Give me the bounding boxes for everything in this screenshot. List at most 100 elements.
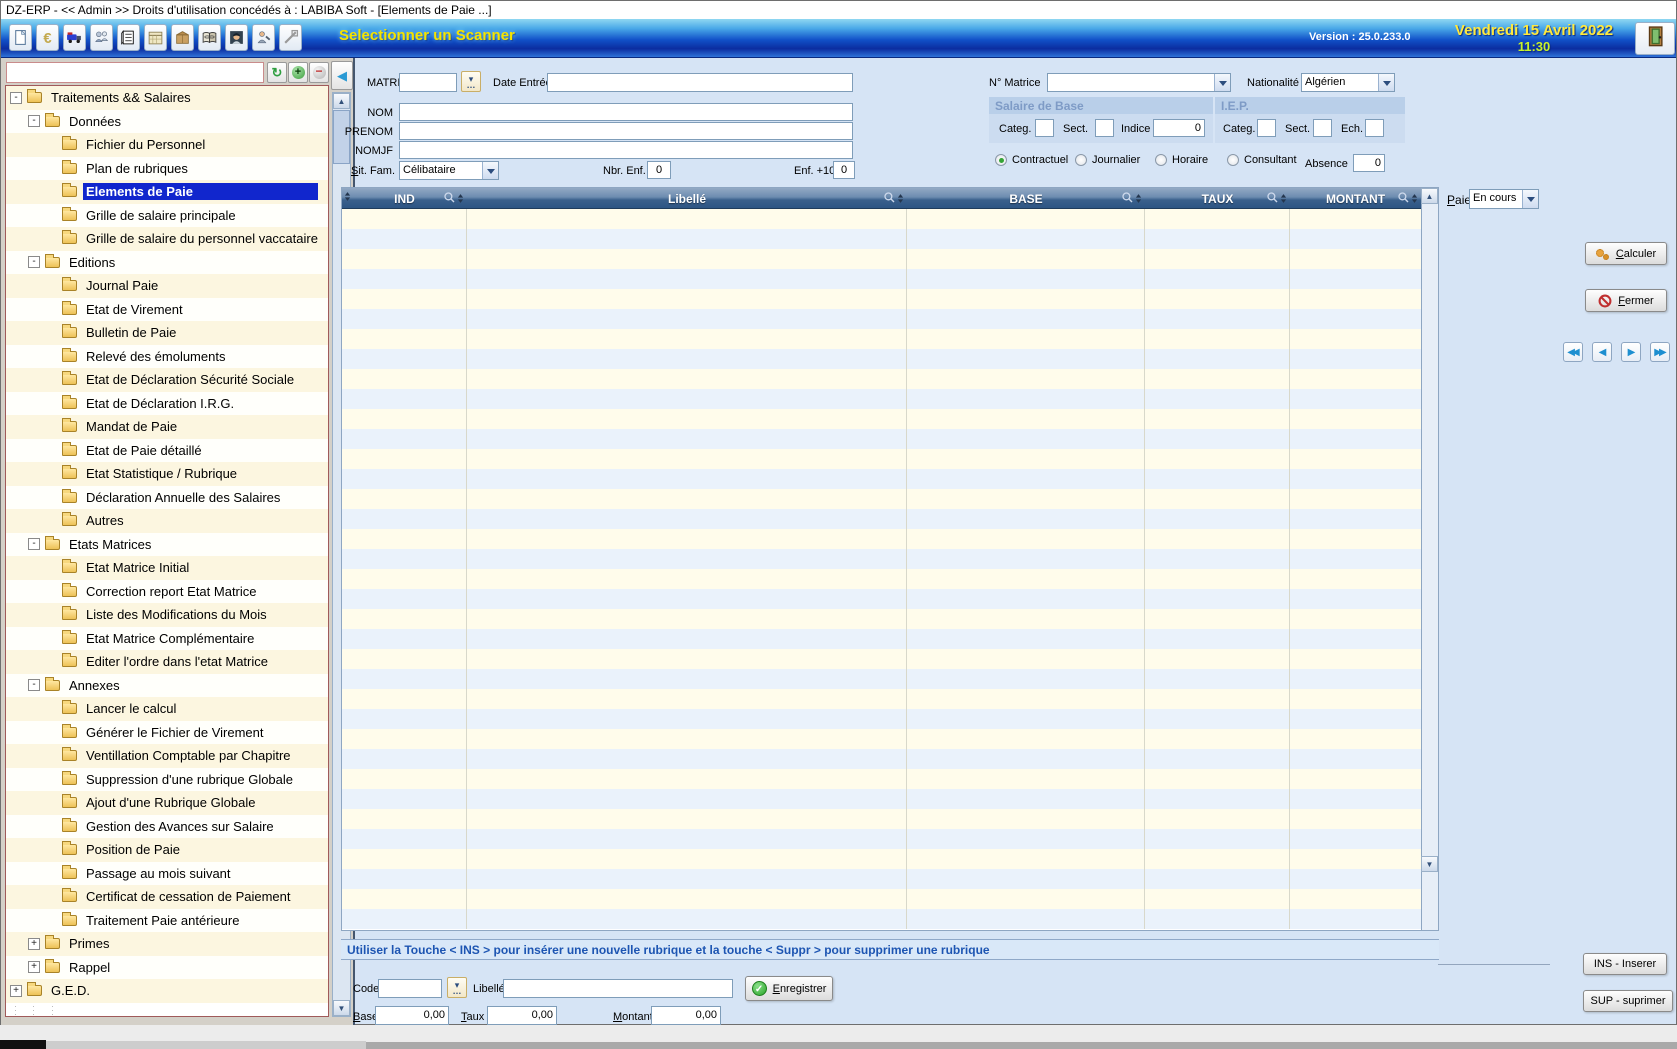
open-book-icon[interactable] [198, 24, 221, 51]
tree-item-traitement-paie-ant-rieure[interactable]: Traitement Paie antérieure [6, 909, 328, 933]
tree-item-etat-de-d-claration-s-curit-sociale[interactable]: Etat de Déclaration Sécurité Sociale [6, 368, 328, 392]
grid-cell[interactable] [1290, 589, 1421, 609]
grid-cell[interactable] [907, 509, 1145, 529]
grid-row[interactable] [342, 769, 1421, 789]
chevron-down-icon[interactable] [1522, 190, 1538, 208]
grid-cell[interactable] [1145, 469, 1290, 489]
grid-cell[interactable] [907, 229, 1145, 249]
grid-cell[interactable] [1290, 309, 1421, 329]
column-filter-icons[interactable] [443, 191, 464, 209]
grid-cell[interactable] [1145, 649, 1290, 669]
grid-cell[interactable] [342, 829, 467, 849]
grid-cell[interactable] [1290, 389, 1421, 409]
tree-item-journal-paie[interactable]: Journal Paie [6, 274, 328, 298]
grid-cell[interactable] [342, 689, 467, 709]
enf10-input[interactable]: 0 [833, 161, 855, 179]
grid-cell[interactable] [342, 709, 467, 729]
grid-cell[interactable] [1145, 769, 1290, 789]
taux-input[interactable]: 0,00 [487, 1006, 557, 1025]
grid-cell[interactable] [342, 509, 467, 529]
grid-cell[interactable] [467, 209, 907, 229]
grid-row[interactable] [342, 409, 1421, 429]
grid-cell[interactable] [907, 869, 1145, 889]
grid-row[interactable] [342, 629, 1421, 649]
grid-cell[interactable] [342, 749, 467, 769]
grid-cell[interactable] [342, 549, 467, 569]
grid-row[interactable] [342, 649, 1421, 669]
previous-record-button[interactable]: ◀ [1592, 342, 1612, 362]
scroll-down-icon[interactable]: ▼ [333, 1000, 350, 1016]
tree-item-etat-statistique-rubrique[interactable]: Etat Statistique / Rubrique [6, 462, 328, 486]
grid-cell[interactable] [907, 469, 1145, 489]
grid-cell[interactable] [342, 609, 467, 629]
grid-cell[interactable] [342, 469, 467, 489]
grid-cell[interactable] [467, 909, 907, 929]
grid-row[interactable] [342, 209, 1421, 229]
grid-cell[interactable] [1290, 449, 1421, 469]
grid-cell[interactable] [1290, 749, 1421, 769]
grid-cell[interactable] [342, 489, 467, 509]
grid-cell[interactable] [1290, 869, 1421, 889]
tree-item-etat-de-virement[interactable]: Etat de Virement [6, 298, 328, 322]
calculer-button[interactable]: Calculer [1585, 242, 1667, 265]
magnifier-icon[interactable] [883, 191, 896, 209]
grid-cell[interactable] [1290, 729, 1421, 749]
tree-item-relev-des-moluments[interactable]: Relevé des émoluments [6, 345, 328, 369]
chevron-down-icon[interactable] [1214, 74, 1230, 91]
users-icon[interactable] [90, 24, 113, 51]
exit-button[interactable] [1635, 22, 1675, 55]
tree-item-mandat-de-paie[interactable]: Mandat de Paie [6, 415, 328, 439]
grid-cell[interactable] [907, 909, 1145, 929]
nomjf-input[interactable] [399, 141, 853, 159]
collapse-node-icon[interactable]: - [28, 115, 40, 127]
grid-cell[interactable] [1290, 629, 1421, 649]
grid-cell[interactable] [907, 369, 1145, 389]
grid-cell[interactable] [1290, 229, 1421, 249]
grid-cell[interactable] [1145, 449, 1290, 469]
grid-cell[interactable] [467, 549, 907, 569]
grid-cell[interactable] [467, 589, 907, 609]
grid-cell[interactable] [907, 409, 1145, 429]
grid-cell[interactable] [1145, 509, 1290, 529]
grid-cell[interactable] [342, 269, 467, 289]
grid-cell[interactable] [1290, 769, 1421, 789]
grid-cell[interactable] [342, 349, 467, 369]
column-header-libell-[interactable]: Libellé [467, 188, 907, 209]
grid-cell[interactable] [907, 269, 1145, 289]
tree-item-bulletin-de-paie[interactable]: Bulletin de Paie [6, 321, 328, 345]
grid-row[interactable] [342, 469, 1421, 489]
collapse-node-icon[interactable]: - [28, 538, 40, 550]
tree-item-d-claration-annuelle-des-salaires[interactable]: Déclaration Annuelle des Salaires [6, 486, 328, 510]
magnifier-icon[interactable] [443, 191, 456, 209]
grid-cell[interactable] [467, 729, 907, 749]
grid-cell[interactable] [342, 309, 467, 329]
chevron-down-icon[interactable] [1378, 74, 1394, 91]
grid-cell[interactable] [342, 909, 467, 929]
grid-cell[interactable] [467, 489, 907, 509]
grid-cell[interactable] [1145, 869, 1290, 889]
tree-item-primes[interactable]: +Primes [6, 932, 328, 956]
grid-row[interactable] [342, 289, 1421, 309]
grid-cell[interactable] [1145, 349, 1290, 369]
box-icon[interactable] [171, 24, 194, 51]
grid-cell[interactable] [907, 309, 1145, 329]
tree-item-etat-matrice-compl-mentaire[interactable]: Etat Matrice Complémentaire [6, 627, 328, 651]
scanner-button-label[interactable]: Selectionner un Scanner [339, 27, 515, 44]
grid-cell[interactable] [1290, 209, 1421, 229]
sit-fam-select[interactable]: Célibataire [399, 161, 499, 180]
column-filter-icons[interactable] [883, 191, 904, 209]
grid-cell[interactable] [1290, 369, 1421, 389]
grid-cell[interactable] [907, 569, 1145, 589]
grid-cell[interactable] [907, 529, 1145, 549]
grid-cell[interactable] [467, 289, 907, 309]
tree-item-grille-de-salaire-du-personnel-vaccataire[interactable]: Grille de salaire du personnel vaccatair… [6, 227, 328, 251]
grid-cell[interactable] [467, 809, 907, 829]
grid-cell[interactable] [467, 369, 907, 389]
grid-cell[interactable] [907, 889, 1145, 909]
iep-categ-input[interactable] [1257, 119, 1276, 137]
column-filter-icons[interactable] [1121, 191, 1142, 209]
prenom-input[interactable] [399, 122, 853, 140]
tree-item-elements-de-paie[interactable]: Elements de Paie [6, 180, 328, 204]
grid-cell[interactable] [907, 349, 1145, 369]
sort-arrows-icon[interactable] [457, 191, 464, 209]
